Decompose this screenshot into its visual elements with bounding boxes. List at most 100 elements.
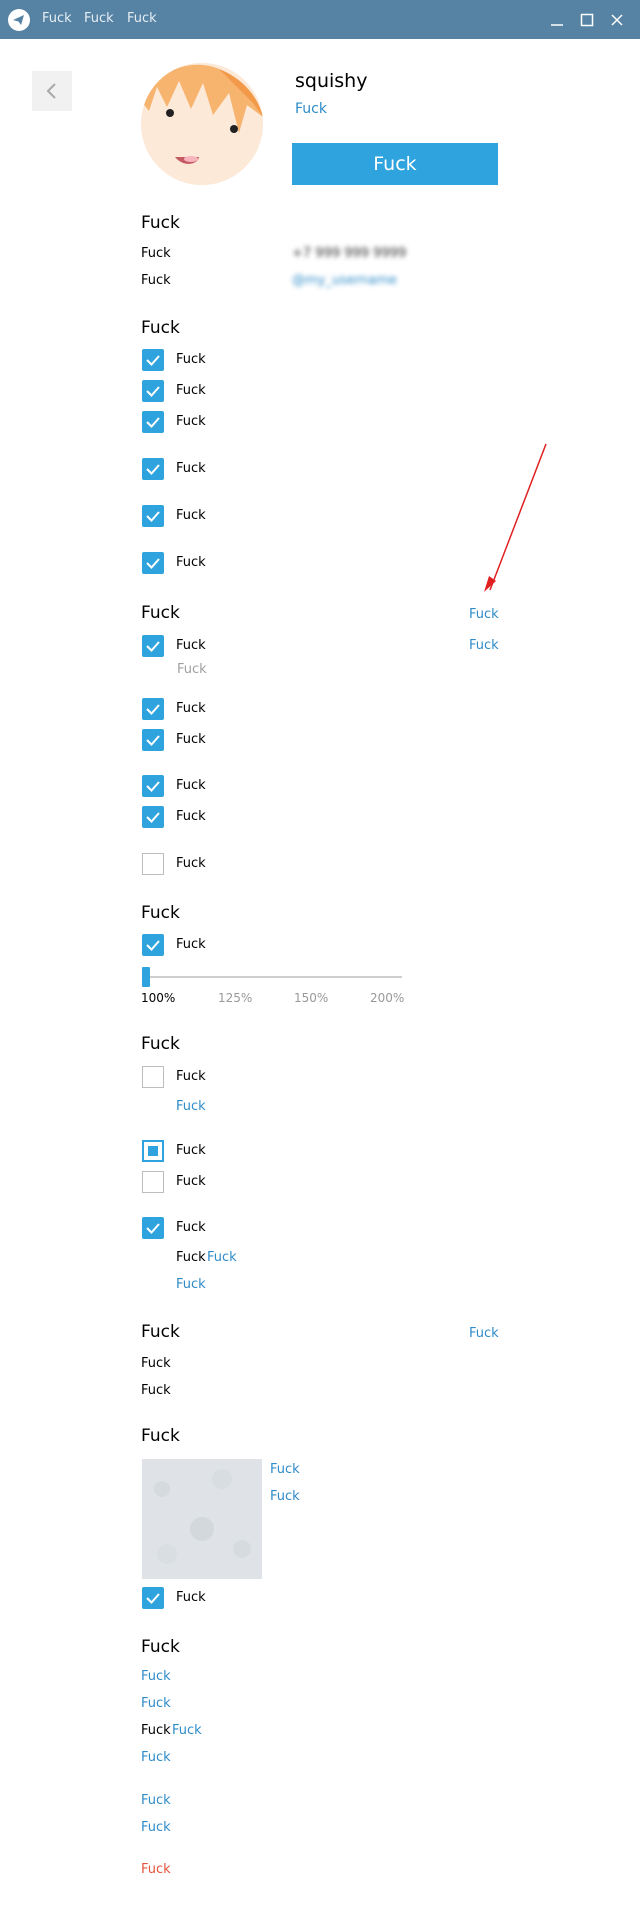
checkbox[interactable] bbox=[142, 505, 164, 527]
background-right-link[interactable]: Fuck bbox=[469, 1326, 499, 1341]
menu-item-2[interactable]: Fuck bbox=[84, 11, 114, 26]
wallpaper-link[interactable]: Fuck bbox=[270, 1462, 300, 1477]
notifications-item-label: Fuck bbox=[176, 508, 206, 523]
checkmark-icon bbox=[146, 417, 160, 428]
general-first-item-label: Fuck bbox=[176, 638, 206, 653]
scale-section-title: Fuck bbox=[141, 903, 180, 923]
info-section-title: Fuck bbox=[141, 213, 180, 233]
privacy-link[interactable]: Fuck bbox=[141, 1669, 171, 1684]
general-item-label: Fuck bbox=[176, 732, 206, 747]
checkmark-icon bbox=[146, 704, 160, 715]
menu-item-1[interactable]: Fuck bbox=[42, 11, 72, 26]
back-button[interactable] bbox=[32, 71, 72, 111]
checkmark-icon bbox=[146, 781, 160, 792]
checkbox[interactable] bbox=[142, 552, 164, 574]
checkbox[interactable] bbox=[142, 775, 164, 797]
checkmark-icon bbox=[146, 940, 160, 951]
wallpaper-section-title: Fuck bbox=[141, 1426, 180, 1446]
checkbox[interactable] bbox=[142, 349, 164, 371]
checkbox[interactable] bbox=[142, 806, 164, 828]
notifications-item-label: Fuck bbox=[176, 414, 206, 429]
chat-setting-label: Fuck bbox=[176, 1069, 206, 1084]
notifications-item-label: Fuck bbox=[176, 352, 206, 367]
checkbox[interactable] bbox=[142, 380, 164, 402]
primary-action-button[interactable]: Fuck bbox=[292, 143, 498, 185]
chat-settings-section-title: Fuck bbox=[141, 1034, 180, 1054]
checkbox[interactable] bbox=[142, 411, 164, 433]
edit-profile-link[interactable]: Fuck bbox=[295, 101, 327, 117]
chevron-left-icon bbox=[46, 83, 56, 99]
general-top-link[interactable]: Fuck bbox=[469, 607, 499, 622]
checkbox[interactable] bbox=[142, 635, 164, 657]
privacy-link[interactable]: Fuck bbox=[141, 1820, 171, 1835]
general-second-link[interactable]: Fuck bbox=[469, 638, 499, 653]
checkbox[interactable] bbox=[142, 1587, 164, 1609]
checkbox-unchecked[interactable] bbox=[142, 1066, 164, 1088]
chat-setting-mixed-text: Fuck bbox=[176, 1250, 206, 1265]
notifications-section-title: Fuck bbox=[141, 318, 180, 338]
checkmark-icon bbox=[146, 511, 160, 522]
checkbox[interactable] bbox=[142, 1217, 164, 1239]
wallpaper-tile-label: Fuck bbox=[176, 1590, 206, 1605]
notifications-item-label: Fuck bbox=[176, 461, 206, 476]
chat-setting-label: Fuck bbox=[176, 1174, 206, 1189]
radio-selected[interactable] bbox=[142, 1140, 164, 1162]
checkmark-icon bbox=[146, 1593, 160, 1604]
checkbox[interactable] bbox=[142, 698, 164, 720]
close-icon[interactable] bbox=[606, 9, 628, 31]
general-item-label: Fuck bbox=[176, 856, 206, 871]
scale-toggle-label: Fuck bbox=[176, 937, 206, 952]
profile-name: squishy bbox=[295, 70, 368, 92]
checkbox-unchecked[interactable] bbox=[142, 1171, 164, 1193]
checkmark-icon bbox=[146, 558, 160, 569]
checkmark-icon bbox=[146, 386, 160, 397]
chat-setting-link[interactable]: Fuck bbox=[176, 1099, 206, 1114]
menu-item-3[interactable]: Fuck bbox=[127, 11, 157, 26]
checkbox-unchecked[interactable] bbox=[142, 853, 164, 875]
checkmark-icon bbox=[146, 641, 160, 652]
maximize-icon[interactable] bbox=[576, 9, 598, 31]
general-first-item-sublabel: Fuck bbox=[177, 662, 207, 677]
scale-tick-200[interactable]: 200% bbox=[370, 991, 404, 1005]
chat-setting-mixed-link[interactable]: Fuck bbox=[207, 1250, 237, 1265]
general-item-label: Fuck bbox=[176, 809, 206, 824]
wallpaper-preview[interactable] bbox=[142, 1459, 262, 1579]
annotation-arrow-icon bbox=[484, 443, 547, 592]
background-section-title: Fuck bbox=[141, 1322, 180, 1342]
avatar[interactable] bbox=[141, 63, 263, 185]
checkbox[interactable] bbox=[142, 458, 164, 480]
checkmark-icon bbox=[146, 735, 160, 746]
scale-slider-track[interactable] bbox=[142, 976, 402, 978]
scale-tick-125[interactable]: 125% bbox=[218, 991, 252, 1005]
scale-tick-150[interactable]: 150% bbox=[294, 991, 328, 1005]
general-section-title: Fuck bbox=[141, 603, 180, 623]
checkbox[interactable] bbox=[142, 934, 164, 956]
wallpaper-link[interactable]: Fuck bbox=[270, 1489, 300, 1504]
general-item-label: Fuck bbox=[176, 778, 206, 793]
scale-tick-100[interactable]: 100% bbox=[141, 991, 175, 1005]
privacy-link[interactable]: Fuck bbox=[141, 1793, 171, 1808]
privacy-link[interactable]: Fuck bbox=[141, 1696, 171, 1711]
chat-setting-link[interactable]: Fuck bbox=[176, 1277, 206, 1292]
privacy-section-title: Fuck bbox=[141, 1637, 180, 1657]
info-username-label: Fuck bbox=[141, 273, 171, 288]
privacy-mixed-text: Fuck bbox=[141, 1723, 171, 1738]
privacy-link[interactable]: Fuck bbox=[141, 1750, 171, 1765]
background-row: Fuck bbox=[141, 1383, 171, 1398]
chat-setting-label: Fuck bbox=[176, 1220, 206, 1235]
checkmark-icon bbox=[146, 464, 160, 475]
minimize-icon[interactable] bbox=[546, 9, 568, 31]
notifications-item-label: Fuck bbox=[176, 383, 206, 398]
privacy-mixed-link[interactable]: Fuck bbox=[172, 1723, 202, 1738]
checkmark-icon bbox=[146, 1223, 160, 1234]
info-phone-value: +7 999 999 9999 bbox=[292, 246, 407, 261]
scale-slider-handle[interactable] bbox=[142, 967, 150, 987]
danger-link[interactable]: Fuck bbox=[141, 1862, 171, 1877]
notifications-item-label: Fuck bbox=[176, 555, 206, 570]
chat-setting-label: Fuck bbox=[176, 1143, 206, 1158]
checkbox[interactable] bbox=[142, 729, 164, 751]
checkmark-icon bbox=[146, 355, 160, 366]
info-username-value[interactable]: @my_username bbox=[292, 273, 397, 288]
telegram-logo-icon bbox=[8, 9, 30, 31]
checkmark-icon bbox=[146, 812, 160, 823]
